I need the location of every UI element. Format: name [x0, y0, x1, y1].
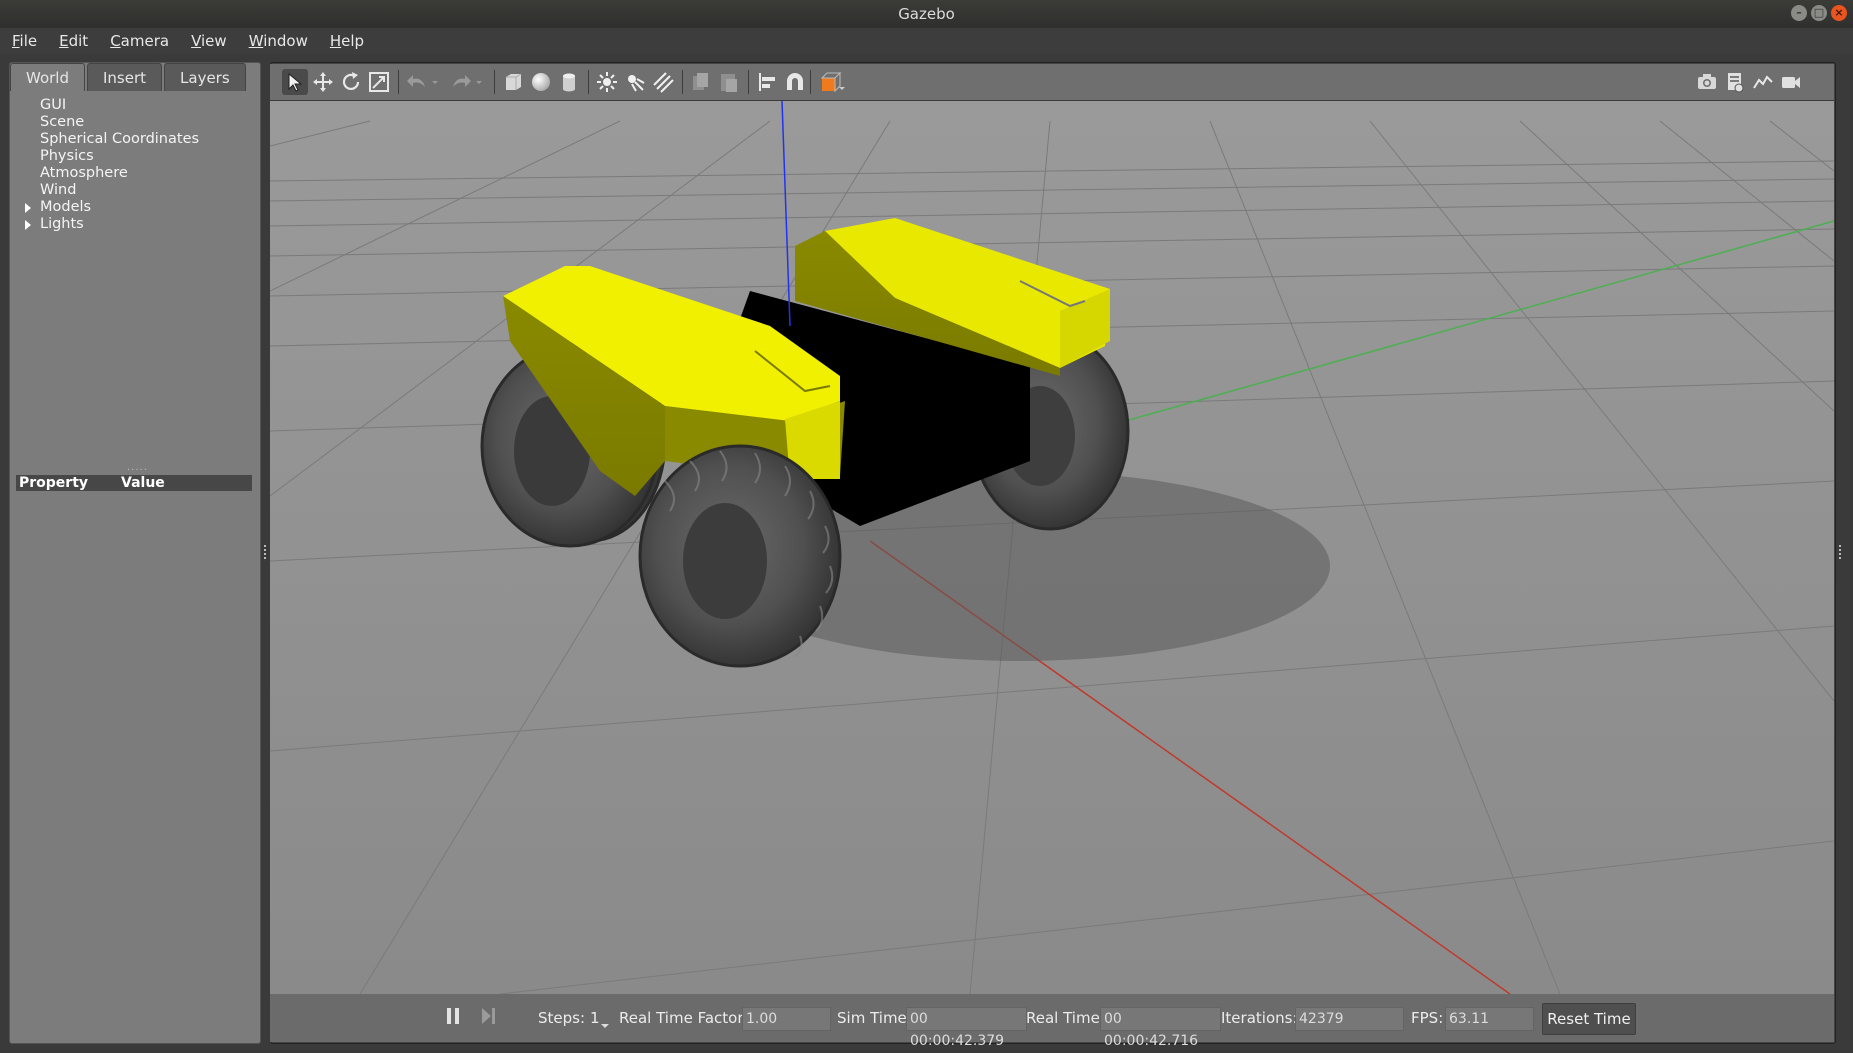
- align-icon[interactable]: [754, 69, 780, 95]
- tree-item-physics[interactable]: Physics: [22, 148, 199, 165]
- property-column-header: Property: [19, 475, 89, 491]
- sim-time-field: 00 00:00:42.379: [906, 1007, 1027, 1049]
- sphere-icon[interactable]: [528, 69, 554, 95]
- expand-arrow-icon[interactable]: [25, 203, 31, 213]
- left-splitter-handle[interactable]: [264, 545, 266, 559]
- cylinder-icon[interactable]: [556, 69, 582, 95]
- real-time-label: Real Time:: [1026, 1009, 1105, 1027]
- real-time-factor-label: Real Time Factor:: [619, 1009, 749, 1027]
- tab-layers[interactable]: Layers: [164, 63, 246, 91]
- sim-time-label: Sim Time:: [837, 1009, 912, 1027]
- wheel-front-right: [638, 444, 842, 668]
- select-arrow-icon[interactable]: [282, 69, 308, 95]
- tree-item-scene[interactable]: Scene: [22, 114, 199, 131]
- iterations-field: 42379: [1295, 1007, 1404, 1031]
- minimize-icon[interactable]: –: [1791, 5, 1807, 21]
- log-icon[interactable]: [1722, 69, 1748, 95]
- menu-help[interactable]: Help: [318, 32, 374, 50]
- 3d-viewport[interactable]: [270, 101, 1834, 994]
- box-icon[interactable]: [500, 69, 526, 95]
- real-time-factor-field: 1.00: [742, 1007, 831, 1031]
- right-splitter-handle[interactable]: [1839, 545, 1841, 559]
- menu-camera[interactable]: Camera: [98, 32, 179, 50]
- pause-icon[interactable]: [445, 1006, 461, 1030]
- tree-item-gui[interactable]: GUI: [22, 97, 199, 114]
- window-controls: – □ ×: [1791, 5, 1847, 21]
- step-forward-icon[interactable]: [480, 1006, 498, 1030]
- iterations-label: Iterations:: [1221, 1009, 1298, 1027]
- expand-arrow-icon[interactable]: [25, 220, 31, 230]
- copy-icon[interactable]: [688, 69, 714, 95]
- screenshot-icon[interactable]: [1694, 69, 1720, 95]
- property-table-header: Property Value: [16, 475, 252, 491]
- real-time-field: 00 00:00:42.716: [1100, 1007, 1221, 1049]
- menu-file[interactable]: File: [0, 32, 47, 50]
- steps-label: Steps:: [538, 1009, 586, 1027]
- scale-icon[interactable]: [366, 69, 392, 95]
- rotate-icon[interactable]: [338, 69, 364, 95]
- view-angle-icon[interactable]: [816, 69, 848, 95]
- redo-dropdown-icon[interactable]: [472, 69, 486, 95]
- redo-icon[interactable]: [448, 69, 474, 95]
- plot-icon[interactable]: [1750, 69, 1776, 95]
- tree-item-atmosphere[interactable]: Atmosphere: [22, 165, 199, 182]
- toolbar: [270, 64, 1834, 101]
- reset-time-button[interactable]: Reset Time: [1542, 1003, 1636, 1035]
- fps-field: 63.11: [1445, 1007, 1534, 1031]
- title-bar: Gazebo – □ ×: [0, 0, 1853, 28]
- left-panel: World Insert Layers GUI Scene Spherical …: [9, 62, 261, 1044]
- close-icon[interactable]: ×: [1831, 5, 1847, 21]
- simulation-bar: Steps: 1 Real Time Factor: 1.00 Sim Time…: [270, 994, 1834, 1049]
- snap-magnet-icon[interactable]: [782, 69, 808, 95]
- tree-item-lights[interactable]: Lights: [22, 216, 199, 233]
- tree-item-wind[interactable]: Wind: [22, 182, 199, 199]
- tab-insert[interactable]: Insert: [87, 63, 163, 91]
- undo-dropdown-icon[interactable]: [428, 69, 442, 95]
- paste-icon[interactable]: [716, 69, 742, 95]
- spot-light-icon[interactable]: [622, 69, 648, 95]
- tree-item-models[interactable]: Models: [22, 199, 199, 216]
- undo-icon[interactable]: [404, 69, 430, 95]
- menu-bar: File Edit Camera View Window Help: [0, 28, 1853, 54]
- window-title: Gazebo: [898, 5, 955, 23]
- maximize-icon[interactable]: □: [1811, 5, 1827, 21]
- value-column-header: Value: [121, 475, 165, 491]
- directional-light-icon[interactable]: [650, 69, 676, 95]
- scene-render: [270, 101, 1834, 994]
- fps-label: FPS:: [1411, 1009, 1444, 1027]
- steps-dropdown-icon[interactable]: [600, 1016, 610, 1034]
- tree-item-spherical-coordinates[interactable]: Spherical Coordinates: [22, 131, 199, 148]
- translate-icon[interactable]: [310, 69, 336, 95]
- tab-world[interactable]: World: [10, 63, 85, 91]
- menu-view[interactable]: View: [179, 32, 237, 50]
- world-tree: GUI Scene Spherical Coordinates Physics …: [22, 97, 199, 233]
- left-panel-tabs: World Insert Layers: [10, 63, 248, 91]
- steps-value[interactable]: 1: [590, 1009, 600, 1027]
- menu-window[interactable]: Window: [237, 32, 318, 50]
- point-light-icon[interactable]: [594, 69, 620, 95]
- menu-edit[interactable]: Edit: [47, 32, 98, 50]
- record-video-icon[interactable]: [1778, 69, 1804, 95]
